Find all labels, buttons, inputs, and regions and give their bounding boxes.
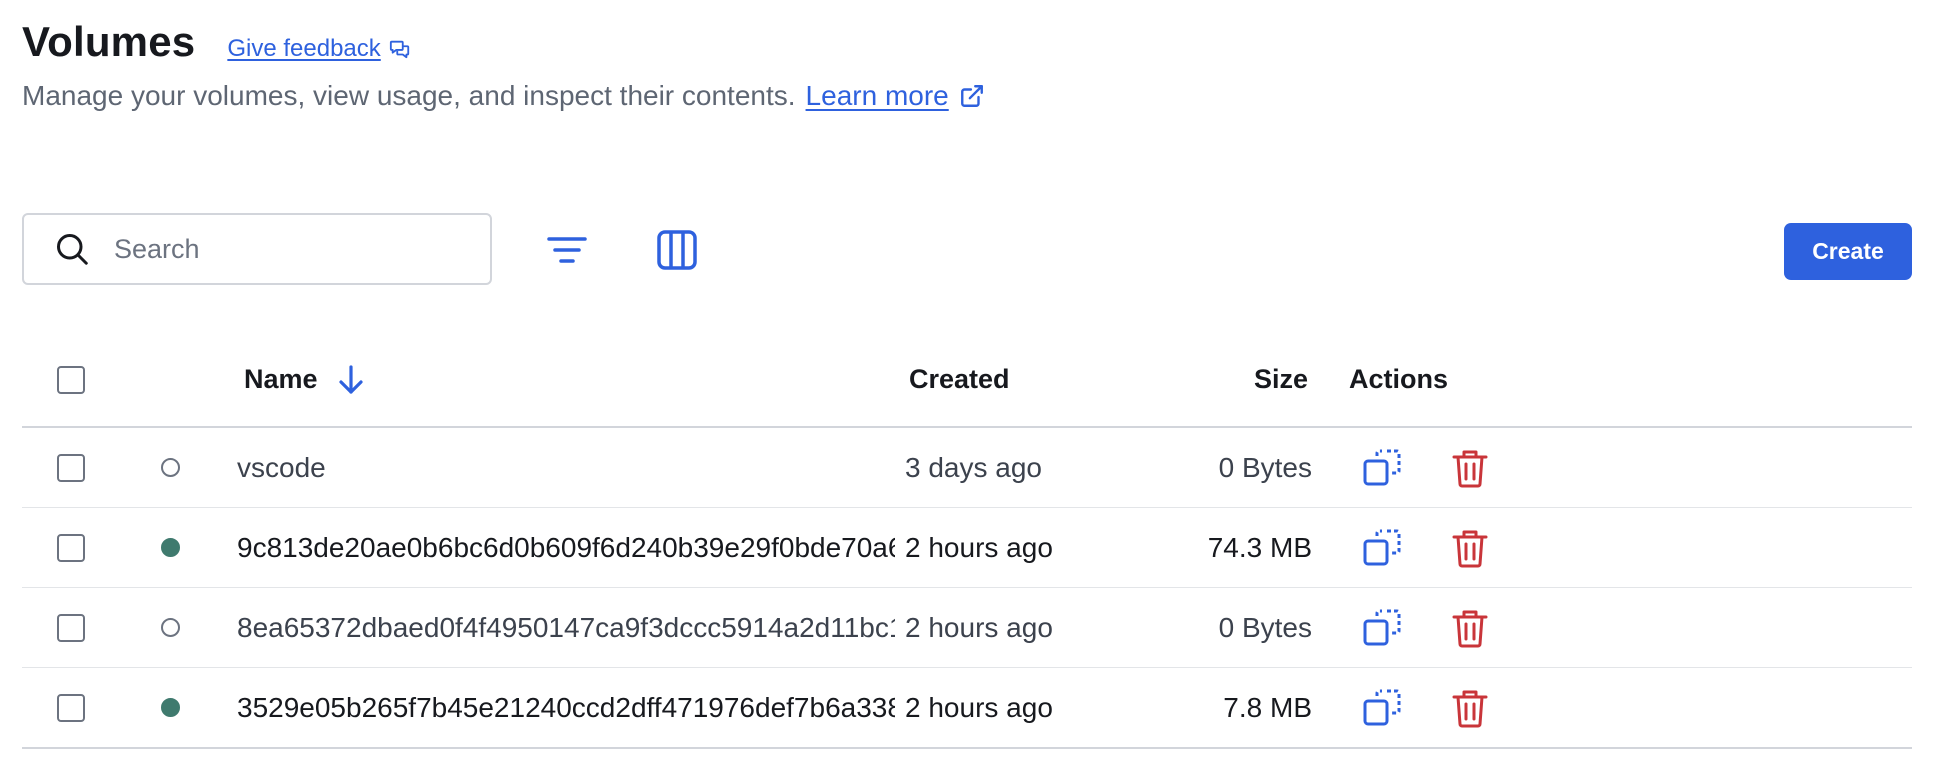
column-name-label: Name bbox=[244, 364, 318, 394]
learn-more-label: Learn more bbox=[805, 80, 949, 111]
volume-created: 3 days ago bbox=[905, 451, 1042, 483]
volume-size: 0 Bytes bbox=[1218, 451, 1312, 483]
delete-button[interactable] bbox=[1450, 448, 1490, 488]
filter-icon bbox=[547, 237, 587, 263]
row-select-cell bbox=[57, 668, 85, 747]
filter-button[interactable] bbox=[542, 225, 592, 275]
clone-button[interactable] bbox=[1362, 448, 1402, 488]
select-all-checkbox[interactable] bbox=[57, 365, 85, 394]
search-icon bbox=[52, 229, 92, 269]
column-header-actions: Actions bbox=[1349, 364, 1449, 394]
delete-button[interactable] bbox=[1450, 688, 1490, 728]
table-row[interactable]: 3529e05b265f7b45e21240ccd2dff471976def7b… bbox=[22, 668, 1912, 749]
volume-name[interactable]: 3529e05b265f7b45e21240ccd2dff471976def7b… bbox=[237, 668, 895, 747]
table-row[interactable]: vscode 3 days ago 0 Bytes bbox=[22, 428, 1912, 508]
trash-icon bbox=[1452, 530, 1488, 567]
column-header-size[interactable]: Size bbox=[1132, 333, 1308, 426]
volume-created: 2 hours ago bbox=[905, 691, 1053, 723]
external-link-icon bbox=[960, 85, 983, 107]
row-select-cell bbox=[57, 428, 85, 507]
volume-size: 0 Bytes bbox=[1218, 611, 1312, 643]
chat-bubbles-icon bbox=[389, 40, 409, 59]
row-select-cell bbox=[57, 508, 85, 587]
arrow-down-icon bbox=[338, 364, 363, 394]
columns-icon bbox=[657, 230, 697, 270]
search-box[interactable] bbox=[22, 213, 492, 285]
title-row: Volumes Give feedback bbox=[22, 18, 1894, 66]
row-checkbox[interactable] bbox=[57, 533, 85, 562]
give-feedback-link[interactable]: Give feedback bbox=[227, 35, 410, 63]
page-header: Volumes Give feedback Manage your volume… bbox=[22, 18, 1894, 112]
learn-more-link[interactable]: Learn more bbox=[806, 80, 985, 112]
status-cell bbox=[161, 668, 180, 747]
status-cell bbox=[161, 428, 180, 507]
volume-created: 2 hours ago bbox=[905, 531, 1053, 563]
column-header-name[interactable]: Name bbox=[244, 333, 366, 426]
row-select-cell bbox=[57, 588, 85, 667]
delete-button[interactable] bbox=[1450, 528, 1490, 568]
row-checkbox[interactable] bbox=[57, 693, 85, 722]
table-row[interactable]: 9c813de20ae0b6bc6d0b609f6d240b39e29f0bde… bbox=[22, 508, 1912, 588]
status-indicator-unused bbox=[161, 458, 180, 477]
page-description-row: Manage your volumes, view usage, and ins… bbox=[22, 80, 1894, 112]
status-indicator-in-use bbox=[161, 538, 180, 557]
table-header: Name Created Size Actions bbox=[22, 333, 1912, 428]
volume-name[interactable]: vscode bbox=[237, 428, 895, 507]
row-checkbox[interactable] bbox=[57, 453, 85, 482]
status-cell bbox=[161, 588, 180, 667]
give-feedback-label: Give feedback bbox=[227, 35, 381, 62]
clone-icon bbox=[1363, 449, 1401, 485]
clone-button[interactable] bbox=[1362, 528, 1402, 568]
select-all-cell bbox=[57, 333, 85, 426]
volume-size: 74.3 MB bbox=[1207, 531, 1312, 563]
clone-icon bbox=[1363, 529, 1401, 565]
volume-name[interactable]: 9c813de20ae0b6bc6d0b609f6d240b39e29f0bde… bbox=[237, 508, 895, 587]
status-indicator-unused bbox=[161, 618, 180, 637]
table-row[interactable]: 8ea65372dbaed0f4f4950147ca9f3dccc5914a2d… bbox=[22, 588, 1912, 668]
trash-icon bbox=[1452, 610, 1488, 647]
toolbar: Create bbox=[22, 213, 1912, 288]
volume-created: 2 hours ago bbox=[905, 611, 1053, 643]
clone-button[interactable] bbox=[1362, 608, 1402, 648]
status-cell bbox=[161, 508, 180, 587]
page-title: Volumes bbox=[22, 18, 196, 65]
page-description: Manage your volumes, view usage, and ins… bbox=[22, 80, 796, 111]
trash-icon bbox=[1452, 690, 1488, 727]
volume-name[interactable]: 8ea65372dbaed0f4f4950147ca9f3dccc5914a2d… bbox=[237, 588, 895, 667]
delete-button[interactable] bbox=[1450, 608, 1490, 648]
search-input[interactable] bbox=[112, 232, 476, 266]
clone-icon bbox=[1363, 689, 1401, 725]
volume-size: 7.8 MB bbox=[1223, 691, 1312, 723]
row-checkbox[interactable] bbox=[57, 613, 85, 642]
columns-button[interactable] bbox=[652, 225, 702, 275]
status-indicator-in-use bbox=[161, 698, 180, 717]
trash-icon bbox=[1452, 450, 1488, 487]
create-button[interactable]: Create bbox=[1784, 223, 1912, 280]
clone-icon bbox=[1363, 609, 1401, 645]
column-header-created[interactable]: Created bbox=[909, 333, 1010, 426]
volumes-table: Name Created Size Actions vscode 3 days … bbox=[22, 333, 1912, 749]
clone-button[interactable] bbox=[1362, 688, 1402, 728]
